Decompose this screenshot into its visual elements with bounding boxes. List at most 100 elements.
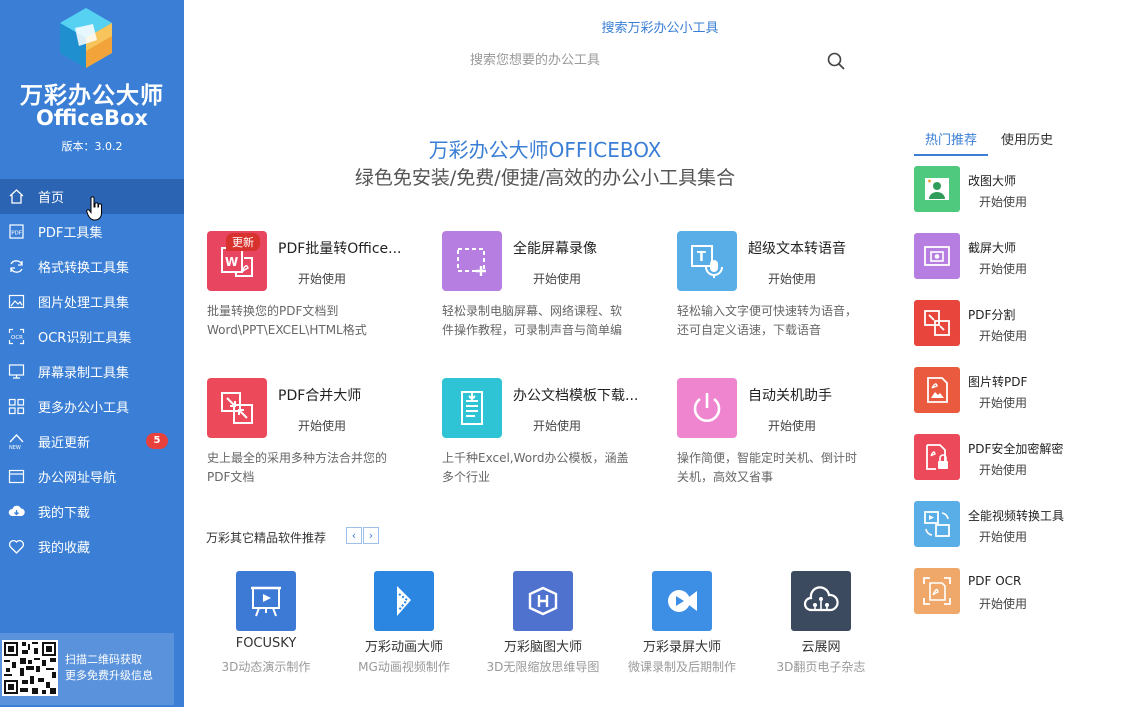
app-name-en: OfficeBox — [36, 106, 148, 130]
tool-description: 轻松输入文字便可快速转为语音， 还可自定义语速，下载语音 — [677, 304, 858, 337]
product-name: FOCUSKY — [235, 636, 297, 651]
tool-card-pdf-merge[interactable]: PDF合并大师 开始使用 史上最全的采用多种方法合并您的 PDF文档 — [207, 378, 422, 503]
sidebar-item-label: 格式转换工具集 — [38, 261, 130, 276]
tab-hot-recommend[interactable]: 热门推荐 — [914, 129, 988, 156]
hot-item-name: PDF分割 — [968, 308, 1016, 322]
sidebar-item-web-nav[interactable]: 办公网址导航 — [0, 459, 184, 494]
hero-title: 万彩办公大师OFFICEBOX — [428, 138, 662, 162]
sidebar-item-label: OCR识别工具集 — [38, 331, 132, 346]
start-button[interactable]: 开始使用 — [298, 417, 346, 434]
pdf-icon: PDF — [8, 223, 25, 240]
sidebar-item-label: 更多办公小工具 — [38, 401, 130, 416]
search-title: 搜索万彩办公小工具 — [601, 21, 719, 36]
sidebar-item-more-tools[interactable]: 更多办公小工具 — [0, 389, 184, 424]
start-button[interactable]: 开始使用 — [979, 595, 1027, 612]
start-button[interactable]: 开始使用 — [979, 327, 1027, 344]
start-button[interactable]: 开始使用 — [768, 270, 816, 287]
sidebar-item-label: 我的下载 — [38, 506, 91, 521]
tool-card-text-to-speech[interactable]: T 超级文本转语音 开始使用 轻松输入文字便可快速转为语音， 还可自定义语速，下载… — [677, 231, 892, 356]
product-focusky[interactable]: FOCUSKY 3D动态演示制作 — [196, 571, 336, 681]
sidebar-item-label: 办公网址导航 — [38, 471, 117, 486]
hot-item-name: 图片转PDF — [968, 375, 1028, 389]
start-button[interactable]: 开始使用 — [979, 394, 1027, 411]
sidebar-item-screen-record[interactable]: 屏幕录制工具集 — [0, 354, 184, 389]
hero-subtitle: 绿色免安装/免费/便捷/高效的办公小工具集合 — [354, 167, 736, 189]
sidebar-item-label: 我的收藏 — [38, 541, 91, 556]
search-input[interactable] — [470, 48, 815, 72]
hot-item-pdf-split[interactable]: PDF分割 开始使用 — [914, 300, 1114, 350]
hot-item-video-converter[interactable]: 全能视频转换工具 开始使用 — [914, 501, 1114, 551]
presentation-icon — [236, 571, 296, 631]
tool-description: 轻松录制电脑屏幕、网络课程、软 件操作教程，可录制声音与简单编 — [442, 304, 623, 337]
hot-item-pdf-ocr[interactable]: PDF OCR 开始使用 — [914, 568, 1114, 618]
start-button[interactable]: 开始使用 — [533, 270, 581, 287]
sidebar-item-downloads[interactable]: 我的下载 — [0, 494, 184, 529]
update-tag: 更新 — [226, 233, 260, 251]
search-icon[interactable] — [826, 51, 846, 71]
qr-code — [2, 640, 58, 696]
tool-card-template-download[interactable]: 办公文档模板下载... 开始使用 上千种Excel,Word办公模板，涵盖 多个行… — [442, 378, 657, 503]
tool-card-pdf-to-office[interactable]: W 更新 PDF批量转Office... 开始使用 批量转换您的PDF文档到 Wo… — [207, 231, 422, 356]
sidebar-item-label: PDF工具集 — [38, 226, 103, 241]
sidebar-item-ocr[interactable]: OCR OCR识别工具集 — [0, 319, 184, 354]
hot-item-screenshot-master[interactable]: 截屏大师 开始使用 — [914, 233, 1114, 283]
cloud-icon — [791, 571, 851, 631]
pdf-split-icon — [914, 300, 960, 346]
start-button[interactable]: 开始使用 — [298, 270, 346, 287]
convert-icon — [8, 258, 25, 275]
home-icon — [8, 188, 25, 205]
product-mindmap-master[interactable]: 万彩脑图大师 3D无限缩放思维导图 — [473, 571, 613, 681]
sidebar-nav: 首页 PDF PDF工具集 格式转换工具集 图片处理工具集 OCR OCR识别工… — [0, 179, 184, 564]
tool-card-screen-recorder[interactable]: 全能屏幕录像 开始使用 轻松录制电脑屏幕、网络课程、软 件操作教程，可录制声音与简… — [442, 231, 657, 356]
start-button[interactable]: 开始使用 — [768, 417, 816, 434]
start-button[interactable]: 开始使用 — [979, 260, 1027, 277]
sidebar-item-label: 图片处理工具集 — [38, 296, 130, 311]
mouse-cursor-icon — [86, 196, 102, 221]
new-icon: NEW — [8, 433, 25, 450]
start-button[interactable]: 开始使用 — [979, 193, 1027, 210]
hot-item-pdf-encrypt[interactable]: PDF安全加密解密 开始使用 — [914, 434, 1114, 484]
product-description: 微课录制及后期制作 — [627, 660, 736, 674]
version-label: 版本：3.0.2 — [61, 140, 123, 153]
recommend-label: 万彩其它精品软件推荐 — [206, 531, 327, 545]
sidebar-item-label: 最近更新 — [38, 436, 91, 451]
pdf-lock-icon — [914, 434, 960, 480]
start-button[interactable]: 开始使用 — [979, 461, 1027, 478]
tool-description: 操作简便，智能定时关机、倒计时 关机，高效又省事 — [677, 451, 858, 484]
prev-button[interactable]: ‹ — [346, 527, 362, 544]
start-button[interactable]: 开始使用 — [533, 417, 581, 434]
tool-name: PDF合并大师 — [278, 388, 362, 404]
qr-promo: 扫描二维码获取 更多免费升级信息 — [0, 633, 174, 705]
product-description: 3D翻页电子杂志 — [776, 660, 866, 674]
hot-item-image-to-pdf[interactable]: 图片转PDF 开始使用 — [914, 367, 1114, 417]
product-animation-master[interactable]: 万彩动画大师 MG动画视频制作 — [334, 571, 474, 681]
sidebar-item-recent-updates[interactable]: NEW 最近更新 5 — [0, 424, 184, 459]
image-icon — [8, 293, 25, 310]
document-template-icon — [442, 378, 502, 438]
product-name: 云展网 — [801, 640, 841, 655]
hot-item-image-editor[interactable]: 改图大师 开始使用 — [914, 166, 1114, 216]
product-yunzhan[interactable]: 云展网 3D翻页电子杂志 — [751, 571, 891, 681]
hot-item-name: 改图大师 — [968, 174, 1017, 188]
sidebar-item-image[interactable]: 图片处理工具集 — [0, 284, 184, 319]
svg-text:NEW: NEW — [9, 445, 21, 450]
screen-record-icon — [442, 231, 502, 291]
ocr-icon: OCR — [8, 328, 25, 345]
photo-edit-icon — [914, 166, 960, 212]
sidebar-item-convert[interactable]: 格式转换工具集 — [0, 249, 184, 284]
browser-icon — [8, 468, 25, 485]
svg-text:PDF: PDF — [11, 231, 22, 237]
tool-description: 批量转换您的PDF文档到 Word\PPT\EXCEL\HTML格式 — [207, 304, 367, 337]
tab-usage-history[interactable]: 使用历史 — [1001, 129, 1053, 156]
product-screen-record-master[interactable]: 万彩录屏大师 微课录制及后期制作 — [612, 571, 752, 681]
product-description: MG动画视频制作 — [358, 660, 450, 674]
start-button[interactable]: 开始使用 — [979, 528, 1027, 545]
tool-card-auto-shutdown[interactable]: 自动关机助手 开始使用 操作简便，智能定时关机、倒计时 关机，高效又省事 — [677, 378, 892, 503]
sidebar-item-favorites[interactable]: 我的收藏 — [0, 529, 184, 564]
hot-item-name: PDF安全加密解密 — [968, 442, 1064, 456]
next-button[interactable]: › — [363, 527, 379, 544]
update-count-badge: 5 — [146, 433, 168, 449]
qr-caption-line-1: 扫描二维码获取 — [65, 653, 142, 666]
monitor-icon — [8, 363, 25, 380]
svg-text:OCR: OCR — [11, 335, 23, 341]
